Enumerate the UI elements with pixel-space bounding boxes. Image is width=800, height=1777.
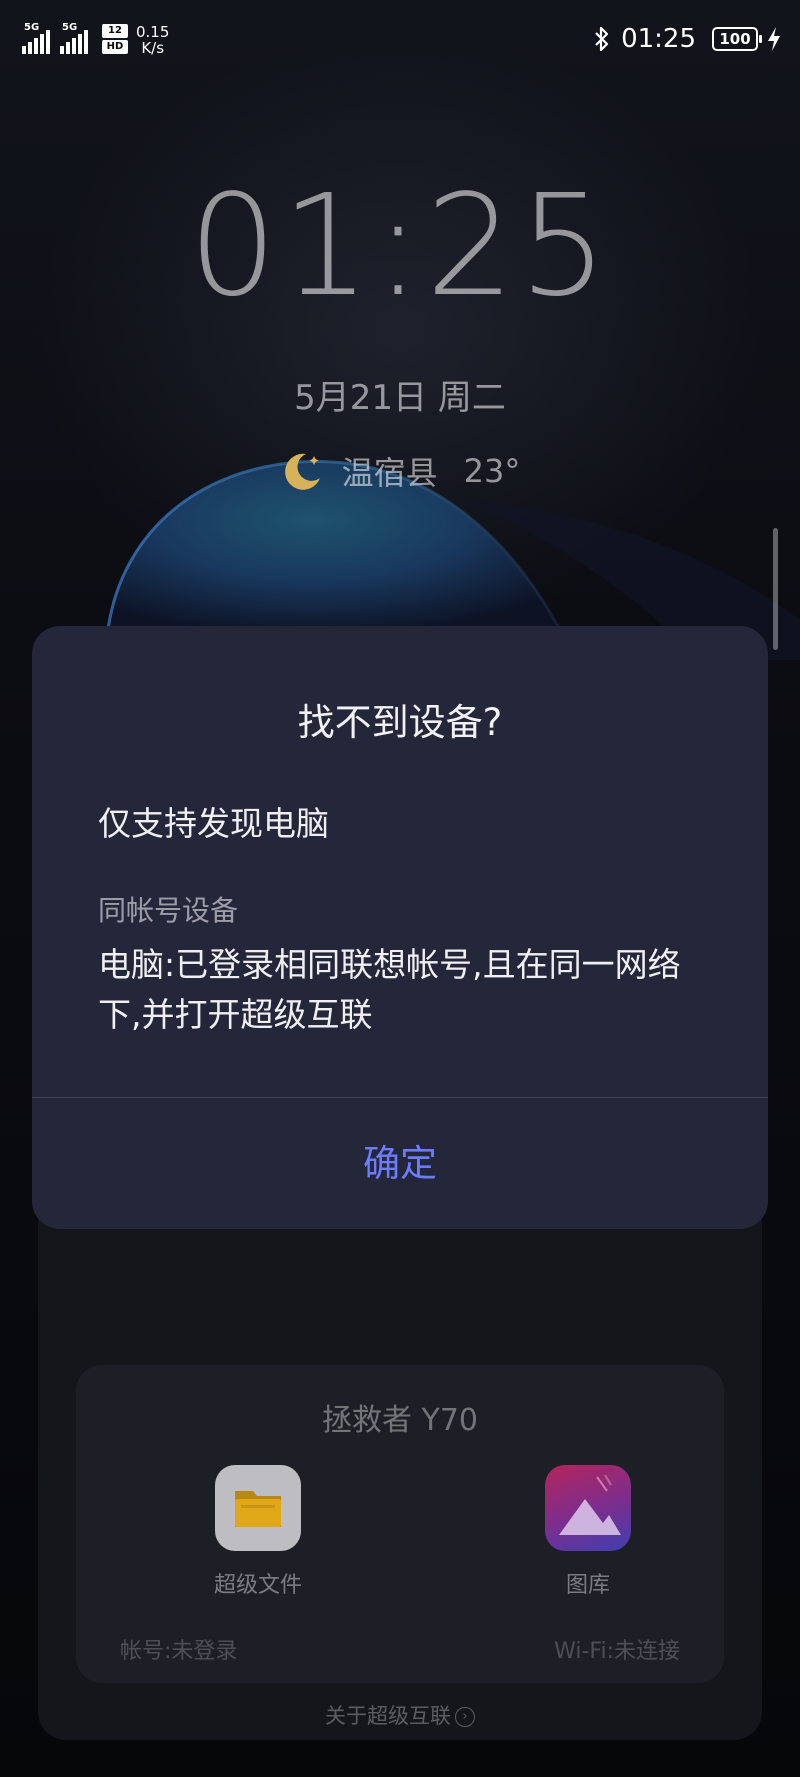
app-super-files[interactable]: 超级文件 xyxy=(198,1465,318,1599)
status-bar: 5G 5G 12 HD 0.15 K/s 01:25 100 xyxy=(0,0,800,80)
speed-unit: K/s xyxy=(141,39,165,57)
weather-location: 温宿县 xyxy=(341,454,438,492)
device-name: 拯救者 Y70 xyxy=(321,1403,479,1438)
app-label: 超级文件 xyxy=(213,1573,302,1598)
status-time: 01:25 xyxy=(621,24,696,54)
dialog-subtitle: 同帐号设备 xyxy=(98,894,239,927)
folder-icon xyxy=(215,1465,301,1551)
device-not-found-dialog: 找不到设备? 仅支持发现电脑 同帐号设备 电脑:已登录相同联想帐号,且在同一网络… xyxy=(32,626,768,1229)
hd-bottom-label: HD xyxy=(102,40,128,54)
lock-date: 5月21日 周二 xyxy=(294,378,506,418)
dialog-body: 电脑:已登录相同联想帐号,且在同一网络下,并打开超级互联 xyxy=(98,945,681,1034)
speed-value: 0.15 xyxy=(136,23,170,41)
network-speed: 0.15 K/s xyxy=(136,24,169,56)
lock-screen: 5G 5G 12 HD 0.15 K/s 01:25 100 01:25 5月2… xyxy=(0,0,800,1777)
dialog-message: 仅支持发现电脑 xyxy=(98,804,329,843)
device-card[interactable]: 拯救者 Y70 超级文件 图库 帐号:未登录 Wi-Fi:未连接 xyxy=(76,1365,724,1683)
hd-top-label: 12 xyxy=(102,24,128,38)
hd-icon: 12 HD xyxy=(102,24,128,54)
chevron-right-icon: › xyxy=(455,1707,475,1727)
signal-icon: 5G xyxy=(60,22,94,56)
bluetooth-icon xyxy=(595,26,609,52)
battery-icon: 100 xyxy=(712,27,762,51)
app-gallery[interactable]: 图库 xyxy=(528,1465,648,1599)
charging-bolt-icon xyxy=(768,27,780,51)
about-link-label: 关于超级互联 xyxy=(325,1704,451,1728)
moon-icon xyxy=(284,453,320,490)
gallery-icon xyxy=(545,1465,631,1551)
lock-clock: 01:25 xyxy=(188,165,612,328)
dialog-title: 找不到设备? xyxy=(297,701,503,744)
battery-level: 100 xyxy=(719,30,751,48)
app-label: 图库 xyxy=(565,1573,610,1598)
account-status: 帐号:未登录 xyxy=(120,1639,238,1664)
scrollbar[interactable] xyxy=(773,528,778,650)
signal-icon: 5G xyxy=(22,22,56,56)
weather-temperature: 23° xyxy=(463,452,521,490)
wifi-status: Wi-Fi:未连接 xyxy=(554,1639,680,1664)
about-link[interactable]: 关于超级互联 › xyxy=(0,1700,800,1730)
ok-button[interactable]: 确定 xyxy=(32,1098,768,1229)
weather-widget[interactable]: 温宿县 23° xyxy=(0,448,800,494)
